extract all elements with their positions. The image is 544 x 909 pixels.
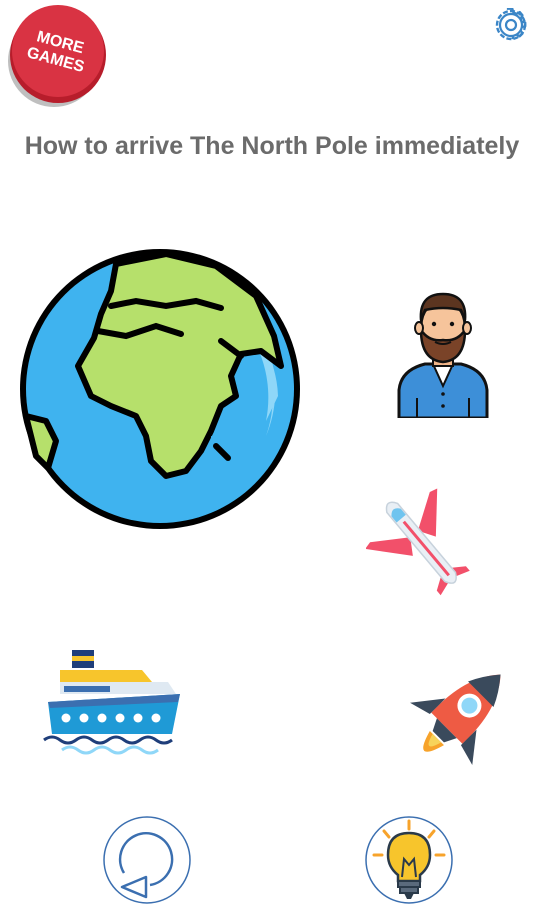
- undo-button[interactable]: [102, 815, 192, 905]
- more-games-button[interactable]: MORE GAMES: [4, 3, 108, 109]
- airplane-item[interactable]: [366, 488, 484, 606]
- cruise-ship-icon: [43, 650, 180, 755]
- question-title: How to arrive The North Pole immediately: [24, 132, 520, 160]
- earth-icon: [20, 249, 300, 529]
- rocket-icon: [410, 674, 501, 765]
- man-item[interactable]: [397, 290, 489, 418]
- lightbulb-icon: [365, 816, 453, 904]
- globe-item[interactable]: [16, 246, 304, 532]
- rocket-item[interactable]: [398, 662, 514, 776]
- settings-button[interactable]: [494, 8, 528, 42]
- ship-item[interactable]: [42, 650, 182, 756]
- undo-icon: [103, 816, 191, 904]
- bearded-man-icon: [397, 292, 489, 418]
- airplane-icon: [366, 488, 470, 596]
- hint-button[interactable]: [364, 815, 454, 905]
- gear-icon: [495, 8, 527, 41]
